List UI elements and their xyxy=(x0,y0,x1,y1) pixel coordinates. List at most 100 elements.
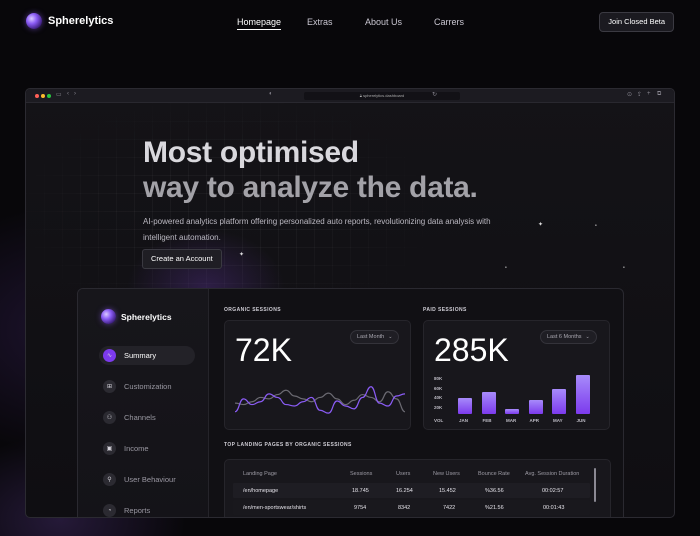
lock-icon: 🔒︎ xyxy=(359,93,362,98)
sidebar-item-label: Channels xyxy=(124,413,156,422)
organic-series-line xyxy=(234,386,406,414)
create-account-button[interactable]: Create an Account xyxy=(142,249,222,269)
sparkle-icon: ✦ xyxy=(538,222,544,228)
table-cell: /en/men-sportswear/shirts xyxy=(243,504,307,511)
table-header-row: Landing Page Sessions Users New Users Bo… xyxy=(233,466,590,481)
sidebar-item-user-behaviour[interactable]: ⚲ User Behaviour xyxy=(99,470,195,489)
table-cell: 9754 xyxy=(354,504,367,511)
table-cell: 18.745 xyxy=(352,487,369,494)
paid-sessions-value: 285K xyxy=(434,332,509,368)
column-header[interactable]: Bounce Rate xyxy=(478,471,510,477)
sidebar-item-reports[interactable]: ◔ Reports xyxy=(99,501,195,517)
user-icon: ⚲ xyxy=(103,473,116,486)
nav-link-extras[interactable]: Extras xyxy=(307,17,333,27)
nav-link-about-us[interactable]: About Us xyxy=(365,17,402,27)
column-header[interactable]: Landing Page xyxy=(243,471,277,477)
sidebar-item-channels[interactable]: ⚇ Channels xyxy=(99,408,195,427)
column-header[interactable]: New Users xyxy=(433,471,460,477)
sidebar-item-income[interactable]: ▣ Income xyxy=(99,439,195,458)
table-cell: %36.56 xyxy=(485,487,504,494)
chevron-down-icon: ⌄ xyxy=(585,334,590,340)
table-cell: 16.254 xyxy=(396,487,413,494)
hero-title-line-2: way to analyze the data. xyxy=(143,171,478,204)
x-tick-label: APR xyxy=(529,418,540,423)
bar-jan[interactable] xyxy=(458,398,472,414)
table-cell: %21.56 xyxy=(485,504,504,511)
sparkle-icon: ● xyxy=(623,265,625,269)
close-window-dot[interactable] xyxy=(35,94,39,98)
back-arrow-icon[interactable]: ‹ xyxy=(67,91,69,97)
hero-title: Most optimised way to analyze the data. xyxy=(143,135,478,205)
table-row[interactable]: /en/homepage 18.745 16.254 15.452 %36.56… xyxy=(233,483,590,498)
download-icon[interactable]: ⊙ xyxy=(627,91,632,98)
paid-range-dropdown[interactable]: Last 6 Months ⌄ xyxy=(540,330,597,344)
hero-subtitle: AI-powered analytics platform offering p… xyxy=(143,217,491,242)
trend-icon: ∿ xyxy=(103,349,116,362)
x-tick-label: MAR xyxy=(506,418,517,423)
dashboard-sidebar: Spherelytics ∿ Summary ⊞ Customization ⚇… xyxy=(78,289,209,517)
wallet-icon: ▣ xyxy=(103,442,116,455)
organic-sessions-chart xyxy=(234,386,406,414)
bar-jun[interactable] xyxy=(575,374,590,414)
y-axis-label: VOL xyxy=(434,418,444,423)
browser-chrome: ▭ ‹ › ◐ 🔒︎ spherelytics.dashboard ↻ ⊙ ⇪ … xyxy=(26,89,674,103)
nav-link-homepage[interactable]: Homepage xyxy=(237,17,282,30)
sidebar-item-label: User Behaviour xyxy=(124,475,176,484)
paid-sessions-label: PAID SESSIONS xyxy=(423,307,467,313)
sidebar-item-label: Income xyxy=(124,444,149,453)
x-tick-label: MAY xyxy=(553,418,563,423)
top-navigation: Spherelytics Homepage Extras About Us Ca… xyxy=(0,0,700,44)
table-cell: 15.452 xyxy=(439,487,456,494)
table-row[interactable]: /en/men-sportswear/shirts 9754 8342 7422… xyxy=(233,500,590,515)
hero-title-line-1: Most optimised xyxy=(143,136,359,169)
bar-apr[interactable] xyxy=(528,400,543,414)
dashboard-brand: Spherelytics xyxy=(101,309,172,324)
shield-icon[interactable]: ◐ xyxy=(269,91,273,97)
brand-name: Spherelytics xyxy=(48,15,114,27)
column-header[interactable]: Sessions xyxy=(350,471,372,477)
minimize-window-dot[interactable] xyxy=(41,94,45,98)
sidebar-item-summary[interactable]: ∿ Summary xyxy=(99,346,195,365)
channels-icon: ⚇ xyxy=(103,411,116,424)
x-tick-label: FEB xyxy=(482,418,492,423)
landing-pages-label: TOP LANDING PAGES BY ORGANIC SESSIONS xyxy=(224,442,352,448)
sidebar-item-label: Summary xyxy=(124,351,157,360)
sparkle-icon: ● xyxy=(595,223,597,227)
tabs-overview-icon[interactable]: ⧉ xyxy=(657,91,661,98)
organic-series-line xyxy=(234,389,406,413)
dashboard-brand-name: Spherelytics xyxy=(121,311,172,322)
pie-icon: ◔ xyxy=(103,504,116,517)
nav-link-carrers[interactable]: Carrers xyxy=(434,17,464,27)
reload-icon[interactable]: ↻ xyxy=(432,91,437,98)
table-cell: /en/homepage xyxy=(243,487,279,494)
brand[interactable]: Spherelytics xyxy=(26,13,113,29)
logo-orb-icon xyxy=(101,309,116,324)
x-tick-label: JAN xyxy=(459,418,469,423)
x-tick-label: JUN xyxy=(576,418,586,423)
y-tick-label: 40K xyxy=(434,395,443,400)
sidebar-item-label: Customization xyxy=(124,382,172,391)
table-scrollbar[interactable] xyxy=(594,468,596,502)
dashboard-preview: Spherelytics ∿ Summary ⊞ Customization ⚇… xyxy=(77,288,624,517)
y-tick-label: 20K xyxy=(434,404,443,410)
bar-may[interactable] xyxy=(552,388,566,414)
landing-pages-table: Landing Page Sessions Users New Users Bo… xyxy=(224,459,611,517)
forward-arrow-icon[interactable]: › xyxy=(74,91,76,97)
bar-feb[interactable] xyxy=(481,392,496,414)
join-beta-button[interactable]: Join Closed Beta xyxy=(599,12,674,32)
url-text: spherelytics.dashboard xyxy=(363,93,405,98)
y-tick-label: 60K xyxy=(434,385,443,391)
maximize-window-dot[interactable] xyxy=(47,94,51,98)
grid-icon: ⊞ xyxy=(103,380,116,393)
new-tab-icon[interactable]: + xyxy=(647,91,651,97)
column-header[interactable]: Avg. Session Duration xyxy=(525,471,579,477)
sparkle-icon: ✦ xyxy=(239,252,245,258)
column-header[interactable]: Users xyxy=(396,471,410,477)
logo-orb-icon xyxy=(26,13,42,29)
sidebar-toggle-icon[interactable]: ▭ xyxy=(56,91,62,98)
paid-sessions-card: 285K Last 6 Months ⌄ 80K 60K 40K 20K VOL JAN FE… xyxy=(423,320,610,430)
bar-mar[interactable] xyxy=(505,408,519,414)
share-icon[interactable]: ⇪ xyxy=(637,91,642,98)
sidebar-item-customization[interactable]: ⊞ Customization xyxy=(99,377,195,396)
browser-window: ▭ ‹ › ◐ 🔒︎ spherelytics.dashboard ↻ ⊙ ⇪ … xyxy=(25,88,675,518)
